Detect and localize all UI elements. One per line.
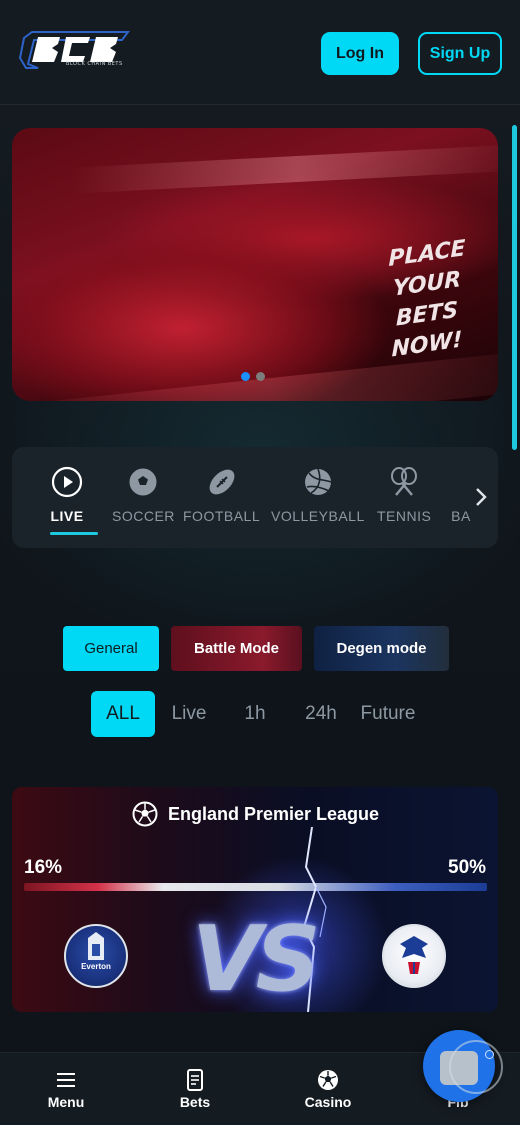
carousel-dot-1[interactable] (241, 372, 250, 381)
everton-crest-icon (88, 932, 104, 960)
nav-label: Casino (304, 1094, 352, 1110)
promo-banner[interactable]: PLACE YOUR BETS NOW! (12, 128, 498, 401)
soccer-ball-icon (126, 465, 160, 499)
home-team-crest[interactable]: Everton (64, 924, 128, 988)
chevron-right-icon[interactable] (472, 485, 490, 509)
sport-label: SOCCER (112, 508, 175, 524)
carousel-dots (241, 372, 265, 381)
filter-24h[interactable]: 24h (298, 691, 344, 737)
sport-tab-volleyball[interactable]: VOLLEYBALL (271, 465, 365, 524)
sport-label: VOLLEYBALL (271, 508, 365, 524)
mode-general-button[interactable]: General (63, 626, 159, 671)
eagle-crest-icon (400, 936, 428, 974)
volleyball-icon (301, 465, 335, 499)
nav-bets[interactable]: Bets (160, 1069, 230, 1110)
play-circle-icon (50, 465, 84, 499)
tennis-rackets-icon (387, 465, 421, 499)
nav-label: Bets (179, 1094, 211, 1110)
banner-headline: PLACE YOUR BETS NOW! (373, 232, 482, 368)
league-header: England Premier League (132, 801, 379, 827)
logo-tagline: BLOCK CHAIN BETS (66, 61, 123, 67)
soccer-ball-icon (132, 801, 158, 827)
filter-live[interactable]: Live (162, 691, 216, 737)
bet-slip-icon (186, 1069, 204, 1091)
filter-1h[interactable]: 1h (232, 691, 278, 737)
chat-button[interactable] (423, 1030, 503, 1102)
sport-tab-soccer[interactable]: SOCCER (112, 465, 175, 524)
brand-logo[interactable]: BLOCK CHAIN BETS (18, 30, 133, 75)
versus-graphic: VS (192, 907, 321, 1012)
banner-highlight (71, 144, 498, 194)
match-card[interactable]: England Premier League 16% 50% VS Everto… (12, 787, 498, 1012)
login-button[interactable]: Log In (321, 32, 399, 75)
hamburger-menu-icon (56, 1069, 76, 1091)
carousel-dot-2[interactable] (256, 372, 265, 381)
active-tab-indicator (50, 532, 98, 535)
filter-future[interactable]: Future (356, 691, 420, 737)
sport-label: TENNIS (377, 508, 432, 524)
mode-degen-button[interactable]: Degen mode (314, 626, 449, 671)
sport-label: FOOTBALL (183, 508, 261, 524)
league-name: England Premier League (168, 803, 380, 824)
mode-battle-button[interactable]: Battle Mode (171, 626, 302, 671)
home-crest-text: Everton (81, 962, 111, 971)
bcb-logo-icon (18, 31, 130, 69)
nav-menu[interactable]: Menu (31, 1069, 101, 1110)
signup-button[interactable]: Sign Up (418, 32, 502, 75)
sport-tab-football[interactable]: FOOTBALL (183, 465, 260, 524)
sport-label: LIVE (50, 508, 84, 524)
home-win-percent: 16% (24, 857, 63, 878)
away-team-crest[interactable] (382, 924, 446, 988)
soccer-ball-icon (317, 1069, 339, 1091)
top-header: BLOCK CHAIN BETS Log In Sign Up (0, 0, 520, 105)
chat-ring (449, 1040, 503, 1094)
notification-dot (485, 1050, 494, 1059)
nav-label: Menu (47, 1094, 85, 1110)
sport-tab-tennis[interactable]: TENNIS (377, 465, 431, 524)
win-probability-bar (24, 883, 487, 891)
american-football-icon (205, 465, 239, 499)
nav-casino[interactable]: Casino (293, 1069, 363, 1110)
page-scrollbar[interactable] (512, 125, 517, 450)
away-win-percent: 50% (448, 857, 487, 878)
sport-tab-live[interactable]: LIVE (50, 465, 84, 524)
filter-all[interactable]: ALL (91, 691, 155, 737)
sport-label: BA (451, 508, 471, 524)
